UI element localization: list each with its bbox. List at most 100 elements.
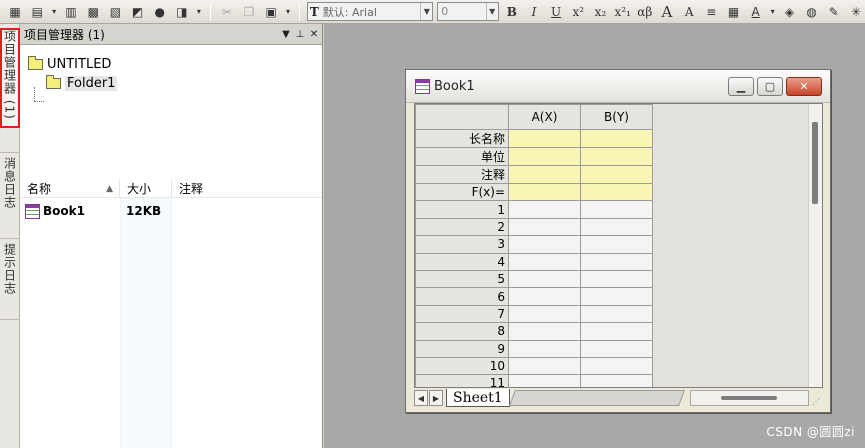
row-header[interactable]: 11	[415, 374, 509, 387]
globe-icon[interactable]: ●	[151, 3, 169, 21]
row-header[interactable]: 6	[415, 287, 509, 306]
chevron-right-icon[interactable]: ▶	[429, 390, 443, 406]
data-cell[interactable]	[580, 200, 653, 219]
row-label-long-name[interactable]: 长名称	[415, 129, 509, 148]
maximize-button[interactable]: ▢	[757, 76, 783, 96]
increase-font-button[interactable]: A	[658, 3, 676, 21]
grid-lines-icon[interactable]: ▦	[724, 3, 742, 21]
minimize-button[interactable]: ▁	[728, 76, 754, 96]
tab-message-log[interactable]: 消息日志	[0, 152, 20, 220]
new-workbook-icon[interactable]: ▦	[6, 3, 24, 21]
row-label-units[interactable]: 单位	[415, 147, 509, 166]
chevron-down-icon[interactable]: ▼	[420, 3, 432, 20]
label-cell[interactable]	[580, 182, 653, 202]
pin-icon[interactable]: ⊥	[294, 29, 306, 40]
font-color-icon[interactable]: A	[747, 3, 765, 21]
data-cell[interactable]	[508, 287, 581, 306]
label-cell[interactable]	[508, 165, 581, 184]
brightness-icon[interactable]: ✳	[847, 3, 865, 21]
resize-grip-icon[interactable]: ⋰	[809, 390, 823, 406]
data-cell[interactable]	[508, 304, 581, 324]
label-cell[interactable]	[580, 165, 653, 184]
edit-overflow-arrow[interactable]: ▾	[284, 3, 292, 21]
corner-cell[interactable]	[415, 104, 509, 130]
close-button[interactable]: ✕	[786, 76, 822, 96]
line-color-icon[interactable]: ✎	[825, 3, 843, 21]
label-cell[interactable]	[508, 182, 581, 202]
paste-icon[interactable]: ▣	[262, 3, 280, 21]
data-cell[interactable]	[580, 374, 653, 387]
data-cell[interactable]	[508, 217, 581, 237]
row-header[interactable]: 5	[415, 269, 509, 289]
toolbar-overflow-arrow[interactable]: ▾	[195, 3, 203, 21]
tree-item-folder1[interactable]: Folder1	[46, 74, 118, 92]
list-item[interactable]: Book1 12KB	[20, 202, 172, 220]
column-header-size[interactable]: 大小	[120, 180, 172, 197]
data-cell[interactable]	[580, 356, 653, 376]
row-header[interactable]: 10	[415, 356, 509, 376]
copy-format-icon[interactable]: ◨	[173, 3, 191, 21]
decrease-font-button[interactable]: A	[680, 3, 698, 21]
data-cell[interactable]	[508, 374, 581, 387]
chevron-left-icon[interactable]: ◀	[414, 390, 428, 406]
data-cell[interactable]	[508, 252, 581, 271]
row-header[interactable]: 4	[415, 252, 509, 271]
subscript-button[interactable]: x₂	[591, 3, 609, 21]
data-cell[interactable]	[580, 304, 653, 324]
data-cell[interactable]	[580, 287, 653, 306]
data-cell[interactable]	[580, 252, 653, 271]
greek-button[interactable]: αβ	[636, 3, 654, 21]
horizontal-scrollbar[interactable]	[689, 390, 809, 406]
scrollbar-thumb[interactable]	[721, 396, 778, 400]
column-header-name[interactable]: 名称 ▲	[20, 180, 120, 197]
data-cell[interactable]	[508, 200, 581, 219]
tab-project-manager[interactable]: 项目管理器 (1)	[0, 28, 20, 128]
font-size-combo[interactable]: 0 ▼	[437, 2, 499, 21]
column-header-a[interactable]: A(X)	[508, 104, 581, 130]
font-name-combo[interactable]: T 默认: Arial ▼	[306, 2, 434, 21]
supersubscript-button[interactable]: x²₁	[614, 3, 632, 21]
data-cell[interactable]	[580, 269, 653, 289]
toolbar-dropdown-arrow[interactable]: ▾	[50, 3, 58, 21]
scrollbar-thumb[interactable]	[812, 122, 818, 204]
new-graph-icon[interactable]: ▥	[62, 3, 80, 21]
fill-color-icon[interactable]: ◈	[780, 3, 798, 21]
data-cell[interactable]	[508, 235, 581, 254]
data-cell[interactable]	[580, 235, 653, 254]
copy-icon[interactable]: ❐	[240, 3, 258, 21]
import-icon[interactable]: ◩	[129, 3, 147, 21]
new-notes-icon[interactable]: ▧	[106, 3, 124, 21]
label-cell[interactable]	[508, 129, 581, 148]
row-header[interactable]: 1	[415, 200, 509, 219]
label-cell[interactable]	[508, 147, 581, 166]
tree-item-root[interactable]: UNTITLED	[28, 55, 111, 73]
italic-button[interactable]: I	[525, 3, 543, 21]
underline-button[interactable]: U	[547, 3, 565, 21]
data-cell[interactable]	[580, 339, 653, 358]
superscript-button[interactable]: x²	[569, 3, 587, 21]
label-cell[interactable]	[580, 129, 653, 148]
window-titlebar[interactable]: Book1 ▁ ▢ ✕	[406, 70, 830, 103]
row-header[interactable]: 9	[415, 339, 509, 358]
pattern-icon[interactable]: ◍	[803, 3, 821, 21]
row-header[interactable]: 3	[415, 235, 509, 254]
row-label-formula[interactable]: F(x)=	[415, 182, 509, 202]
row-header[interactable]: 7	[415, 304, 509, 324]
data-cell[interactable]	[508, 356, 581, 376]
row-header[interactable]: 8	[415, 322, 509, 341]
tab-sheet1[interactable]: Sheet1	[446, 389, 510, 407]
label-cell[interactable]	[580, 147, 653, 166]
row-label-comments[interactable]: 注释	[415, 165, 509, 184]
data-cell[interactable]	[508, 322, 581, 341]
close-icon[interactable]: ✕	[308, 29, 320, 40]
new-matrix-icon[interactable]: ▩	[84, 3, 102, 21]
chevron-down-icon[interactable]: ▼	[485, 3, 498, 20]
tab-hint-log[interactable]: 提示日志	[0, 238, 20, 320]
new-workbook-multi-icon[interactable]: ▤	[28, 3, 46, 21]
column-header-b[interactable]: B(Y)	[580, 104, 653, 130]
data-cell[interactable]	[580, 322, 653, 341]
color-dropdown-arrow[interactable]: ▾	[769, 3, 777, 21]
vertical-scrollbar[interactable]	[808, 104, 822, 387]
bold-button[interactable]: B	[503, 3, 521, 21]
column-header-note[interactable]: 注释	[172, 180, 322, 197]
